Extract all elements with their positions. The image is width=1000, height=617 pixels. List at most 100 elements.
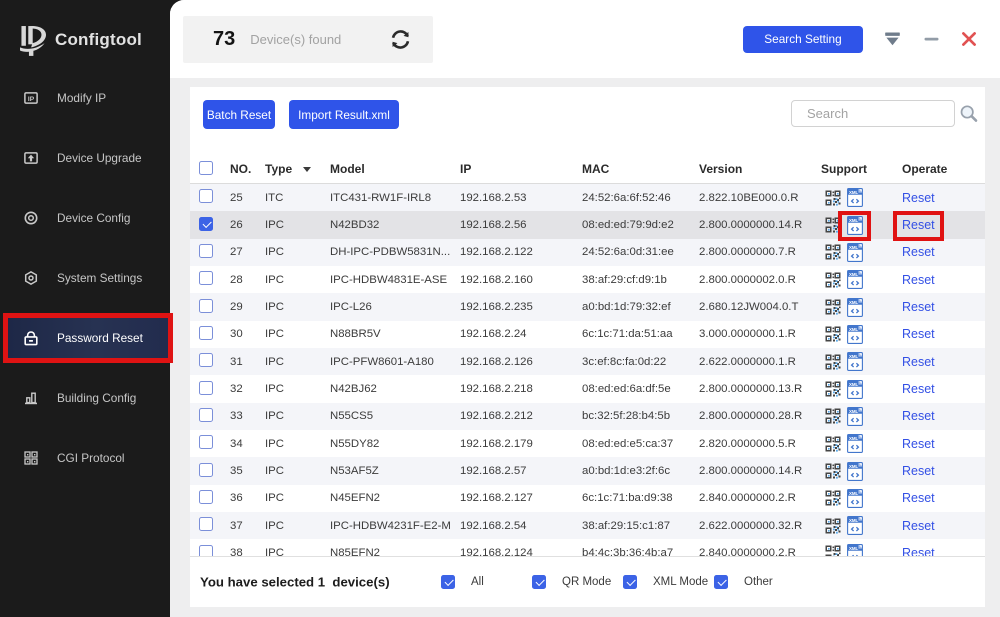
filter-checkbox[interactable] <box>714 575 728 589</box>
table-row[interactable]: 34 IPC N55DY82 192.168.2.179 08:ed:ed:e5… <box>190 430 985 457</box>
close-icon[interactable] <box>961 31 977 47</box>
reset-link[interactable]: Reset <box>902 300 935 314</box>
cell-ip: 192.168.2.53 <box>451 192 573 204</box>
row-checkbox[interactable] <box>199 217 213 231</box>
reset-link[interactable]: Reset <box>902 191 935 205</box>
row-checkbox[interactable] <box>199 271 213 285</box>
table-row[interactable]: 26 IPC N42BD32 192.168.2.56 08:ed:ed:79:… <box>190 211 985 238</box>
filter-checkbox[interactable] <box>623 575 637 589</box>
cell-support: XML <box>812 243 893 262</box>
cell-version: 2.622.0000000.1.R <box>690 356 812 368</box>
column-header-operate[interactable]: Operate <box>893 162 985 176</box>
filter-option-other[interactable]: Other <box>714 575 773 589</box>
reset-link[interactable]: Reset <box>902 273 935 287</box>
sidebar-item-device-upgrade[interactable]: Device Upgrade <box>0 138 170 178</box>
table-row[interactable]: 38 IPC N85EFN2 192.168.2.124 b4:4c:3b:36… <box>190 539 985 556</box>
filter-option-all[interactable]: All <box>441 575 484 589</box>
row-checkbox[interactable] <box>199 244 213 258</box>
cell-type: IPC <box>256 219 321 231</box>
cell-mac: a0:bd:1d:79:32:ef <box>573 301 690 313</box>
row-checkbox[interactable] <box>199 299 213 313</box>
cell-version: 2.800.0000000.14.R <box>690 465 812 477</box>
cell-version: 2.822.10BE000.0.R <box>690 192 812 204</box>
app-title: Configtool <box>55 30 142 50</box>
cell-ip: 192.168.2.54 <box>451 520 573 532</box>
minimize-icon[interactable] <box>924 32 939 46</box>
cell-model: N85EFN2 <box>321 547 451 556</box>
refresh-icon[interactable] <box>390 29 411 50</box>
cell-type: IPC <box>256 438 321 450</box>
cell-mac: 38:af:29:15:c1:87 <box>573 520 690 532</box>
filter-checkbox[interactable] <box>441 575 455 589</box>
column-header-version[interactable]: Version <box>690 162 812 176</box>
reset-link[interactable]: Reset <box>902 355 935 369</box>
toolbar: Batch Reset Import Result.xml <box>190 87 985 155</box>
reset-link[interactable]: Reset <box>902 327 935 341</box>
cell-mac: 24:52:6a:0d:31:ee <box>573 246 690 258</box>
search-setting-button[interactable]: Search Setting <box>743 26 863 53</box>
table-row[interactable]: 28 IPC IPC-HDBW4831E-ASE 192.168.2.160 3… <box>190 266 985 293</box>
reset-link[interactable]: Reset <box>902 464 935 478</box>
reset-link[interactable]: Reset <box>902 382 935 396</box>
filter-option-qr-mode[interactable]: QR Mode <box>532 575 611 589</box>
table-row[interactable]: 25 ITC ITC431-RW1F-IRL8 192.168.2.53 24:… <box>190 184 985 211</box>
table-row[interactable]: 31 IPC IPC-PFW8601-A180 192.168.2.126 3c… <box>190 348 985 375</box>
row-checkbox[interactable] <box>199 435 213 449</box>
column-header-mac[interactable]: MAC <box>573 162 690 176</box>
reset-link[interactable]: Reset <box>902 491 935 505</box>
table-row[interactable]: 30 IPC N88BR5V 192.168.2.24 6c:1c:71:da:… <box>190 321 985 348</box>
sort-descending-icon[interactable] <box>303 167 311 172</box>
row-checkbox[interactable] <box>199 408 213 422</box>
row-checkbox[interactable] <box>199 326 213 340</box>
row-checkbox[interactable] <box>199 517 213 531</box>
import-result-button[interactable]: Import Result.xml <box>289 100 399 129</box>
cell-operate: Reset <box>893 519 985 533</box>
column-header-type[interactable]: Type <box>256 162 321 176</box>
cgi-protocol-icon <box>24 450 38 466</box>
row-checkbox[interactable] <box>199 353 213 367</box>
table-row[interactable]: 33 IPC N55CS5 192.168.2.212 bc:32:5f:28:… <box>190 403 985 430</box>
select-all-checkbox[interactable] <box>199 161 213 175</box>
column-header-ip[interactable]: IP <box>451 162 573 176</box>
column-header-no[interactable]: NO. <box>221 162 256 176</box>
row-checkbox[interactable] <box>199 381 213 395</box>
table-row[interactable]: 36 IPC N45EFN2 192.168.2.127 6c:1c:71:ba… <box>190 485 985 512</box>
cell-no: 38 <box>221 547 256 556</box>
cell-support: XML <box>812 188 893 207</box>
cell-support: XML <box>812 298 893 317</box>
column-header-support[interactable]: Support <box>812 162 893 176</box>
table-row[interactable]: 29 IPC IPC-L26 192.168.2.235 a0:bd:1d:79… <box>190 293 985 320</box>
main-area: 73 Device(s) found Search Setting <box>170 0 1000 617</box>
table-row[interactable]: 35 IPC N53AF5Z 192.168.2.57 a0:bd:1d:e3:… <box>190 457 985 484</box>
reset-link[interactable]: Reset <box>902 437 935 451</box>
reset-link[interactable]: Reset <box>902 218 935 232</box>
password-reset-icon <box>24 330 38 346</box>
table-row[interactable]: 37 IPC IPC-HDBW4231F-E2-M 192.168.2.54 3… <box>190 512 985 539</box>
search-input[interactable] <box>791 100 955 127</box>
reset-link[interactable]: Reset <box>902 409 935 423</box>
column-header-model[interactable]: Model <box>321 162 451 176</box>
row-checkbox[interactable] <box>199 545 213 556</box>
row-checkbox[interactable] <box>199 189 213 203</box>
sidebar-item-building-config[interactable]: Building Config <box>0 378 170 418</box>
reset-link[interactable]: Reset <box>902 546 935 556</box>
sidebar-item-system-settings[interactable]: System Settings <box>0 258 170 298</box>
filter-option-xml-mode[interactable]: XML Mode <box>623 575 708 589</box>
table-row[interactable]: 32 IPC N42BJ62 192.168.2.218 08:ed:ed:6a… <box>190 375 985 402</box>
sidebar-item-modify-ip[interactable]: IP Modify IP <box>0 78 170 118</box>
qr-support-icon <box>825 518 841 534</box>
row-checkbox[interactable] <box>199 463 213 477</box>
reset-link[interactable]: Reset <box>902 519 935 533</box>
batch-reset-button[interactable]: Batch Reset <box>203 100 275 129</box>
cell-version: 2.840.0000000.2.R <box>690 547 812 556</box>
collapse-panel-icon[interactable] <box>883 32 902 46</box>
filter-checkbox[interactable] <box>532 575 546 589</box>
table-row[interactable]: 27 IPC DH-IPC-PDBW5831N... 192.168.2.122… <box>190 239 985 266</box>
sidebar-item-password-reset[interactable]: Password Reset <box>8 318 168 358</box>
search-icon[interactable] <box>959 104 979 124</box>
reset-link[interactable]: Reset <box>902 245 935 259</box>
row-checkbox[interactable] <box>199 490 213 504</box>
cell-support: XML <box>812 516 893 535</box>
sidebar-item-cgi-protocol[interactable]: CGI Protocol <box>0 438 170 478</box>
sidebar-item-device-config[interactable]: Device Config <box>0 198 170 238</box>
